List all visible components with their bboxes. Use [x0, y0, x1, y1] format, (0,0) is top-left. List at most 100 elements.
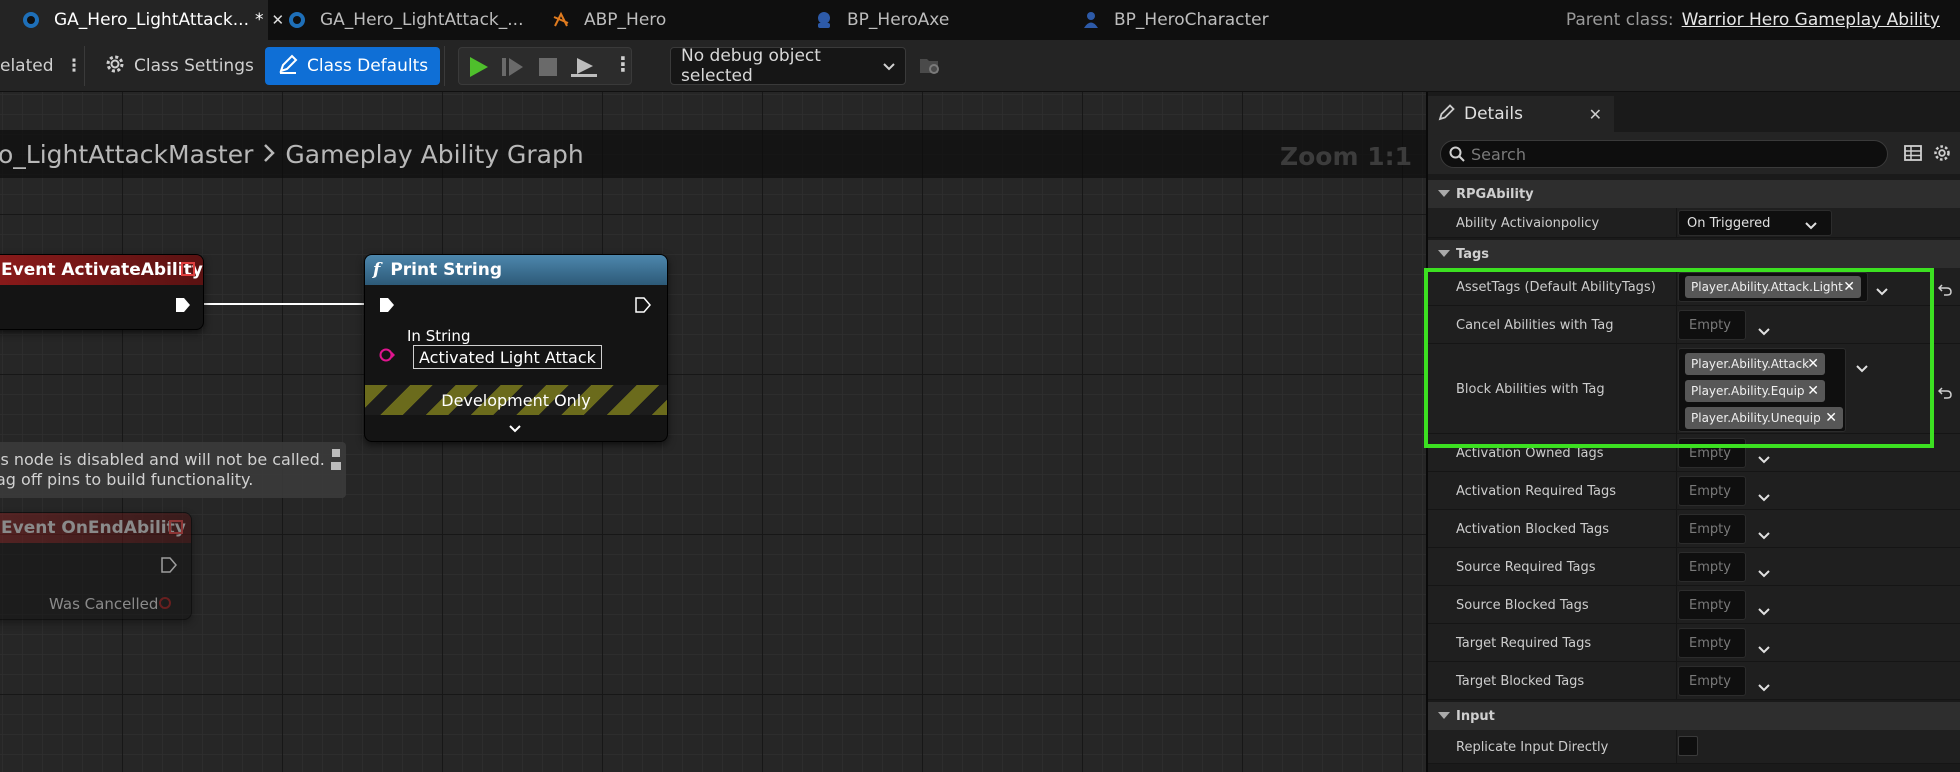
tag-field[interactable]: Empty [1678, 476, 1746, 506]
stop-icon[interactable] [539, 58, 557, 81]
chevron-down-icon [1805, 219, 1817, 234]
pin-icon[interactable] [330, 448, 342, 477]
eject-icon[interactable] [571, 57, 597, 82]
property-row-source-blocked: Source Blocked Tags Empty [1428, 586, 1960, 624]
debug-object-select[interactable]: No debug object selected [670, 46, 906, 86]
empty-value: Empty [1689, 635, 1731, 651]
dropdown-value: On Triggered [1687, 215, 1771, 231]
tab-abp-hero[interactable]: ABP_Hero [552, 0, 666, 40]
search-placeholder: Search [1471, 144, 1526, 164]
table-view-icon[interactable] [1904, 144, 1922, 166]
details-tab[interactable]: Details ✕ [1428, 96, 1614, 132]
empty-value: Empty [1689, 521, 1731, 537]
exec-out-pin[interactable] [635, 297, 651, 313]
replicate-input-checkbox[interactable] [1678, 736, 1698, 756]
row-divider [1676, 472, 1677, 509]
property-row-activation-policy: Ability Activaionpolicy On Triggered [1428, 208, 1960, 238]
row-divider [1676, 662, 1677, 699]
details-search-input[interactable]: Search [1440, 140, 1888, 168]
tag-field[interactable]: Empty [1678, 628, 1746, 658]
tab-ga-hero-lightattack[interactable]: GA_Hero_LightAttack... * ✕ [0, 0, 284, 40]
toolbar-divider [84, 46, 85, 86]
event-onendability-node[interactable]: Event OnEndAbility Was Cancelled [0, 512, 192, 620]
expand-chevron-icon[interactable] [508, 419, 522, 438]
tab-label: GA_Hero_LightAttack... [54, 10, 249, 30]
settings-gear-icon[interactable] [1932, 143, 1952, 167]
row-divider [1676, 730, 1677, 763]
property-row-source-required: Source Required Tags Empty [1428, 548, 1960, 586]
chevron-down-icon [883, 56, 895, 76]
category-tags[interactable]: Tags [1428, 240, 1960, 268]
property-label: Target Blocked Tags [1456, 674, 1585, 689]
tab-ga-hero-lightattack-2[interactable]: GA_Hero_LightAttack_... [288, 0, 523, 40]
tab-bp-heroaxe[interactable]: BP_HeroAxe [815, 0, 949, 40]
details-search-row: Search [1428, 132, 1960, 174]
property-label: Source Blocked Tags [1456, 598, 1589, 613]
activation-policy-dropdown[interactable]: On Triggered [1678, 210, 1832, 236]
close-icon[interactable]: ✕ [271, 11, 284, 29]
step-icon[interactable] [501, 57, 525, 82]
chevron-down-icon[interactable] [1758, 525, 1770, 540]
close-icon[interactable]: ✕ [1589, 105, 1602, 124]
in-string-field[interactable]: Activated Light Attack [413, 345, 602, 369]
event-activate-ability-node[interactable]: Event ActivateAbility [0, 254, 204, 330]
chevron-down-icon[interactable] [1758, 487, 1770, 502]
related-button[interactable]: elated ⋮ [0, 47, 83, 85]
play-controls: ⋮ [458, 47, 633, 85]
tag-field[interactable]: Empty [1678, 666, 1746, 696]
chevron-down-icon[interactable] [1758, 677, 1770, 692]
property-label: Activation Owned Tags [1456, 446, 1604, 461]
chevron-down-icon[interactable] [1758, 449, 1770, 464]
class-defaults-button[interactable]: Class Defaults [265, 47, 441, 85]
category-label: RPGAbility [1456, 186, 1534, 202]
tag-field[interactable]: Empty [1678, 552, 1746, 582]
reset-to-default-icon[interactable] [1937, 384, 1952, 399]
document-tab-bar: GA_Hero_LightAttack... * ✕ GA_Hero_Light… [0, 0, 1960, 40]
development-only-banner: Development Only [365, 385, 667, 415]
collapse-arrow-icon [1438, 250, 1450, 257]
tag-field[interactable]: Empty [1678, 590, 1746, 620]
category-rpgability[interactable]: RPGAbility [1428, 180, 1960, 208]
chevron-down-icon[interactable] [1758, 563, 1770, 578]
row-divider [1676, 586, 1677, 623]
play-icon[interactable] [467, 56, 491, 83]
kebab-menu-icon[interactable]: ⋮ [66, 56, 83, 76]
property-label: Activation Required Tags [1456, 484, 1616, 499]
string-pin-icon[interactable] [379, 347, 395, 363]
node-title: Event ActivateAbility [1, 260, 203, 280]
chevron-down-icon[interactable] [1758, 601, 1770, 616]
bool-pin-icon[interactable] [159, 597, 171, 609]
tab-label: BP_HeroAxe [847, 10, 950, 30]
development-only-label: Development Only [441, 390, 591, 410]
exec-in-pin[interactable] [379, 297, 395, 313]
find-debug-object-icon[interactable] [918, 47, 942, 85]
toolbar-divider [444, 46, 445, 86]
category-label: Input [1456, 708, 1495, 724]
class-settings-button[interactable]: Class Settings [104, 47, 254, 85]
parent-class: Parent class: Warrior Hero Gameplay Abil… [1566, 0, 1940, 40]
tab-label: ABP_Hero [584, 10, 667, 30]
collapse-arrow-icon [1438, 712, 1450, 719]
more-options-icon[interactable]: ⋮ [613, 52, 633, 76]
tag-field[interactable]: Empty [1678, 514, 1746, 544]
warning-line: ag off pins to build functionality. [0, 470, 254, 489]
graph-editor[interactable]: o_LightAttackMaster Gameplay Ability Gra… [0, 92, 1426, 772]
exec-out-pin[interactable] [161, 557, 177, 573]
chevron-down-icon[interactable] [1758, 639, 1770, 654]
tab-label: BP_HeroCharacter [1114, 10, 1269, 30]
property-label: Source Required Tags [1456, 560, 1596, 575]
tab-bp-herocharacter[interactable]: BP_HeroCharacter [1082, 0, 1269, 40]
debug-select-value: No debug object selected [681, 46, 821, 86]
node-header: f Print String [365, 255, 667, 285]
parent-class-link[interactable]: Warrior Hero Gameplay Ability [1682, 10, 1940, 30]
blueprint-icon [22, 11, 40, 29]
print-string-node[interactable]: f Print String In String Activated Light… [364, 254, 668, 442]
category-input[interactable]: Input [1428, 702, 1960, 730]
row-divider [1676, 548, 1677, 585]
node-title: Event OnEndAbility [1, 518, 186, 538]
annotation-highlight-box [1424, 268, 1934, 448]
reset-to-default-icon[interactable] [1937, 281, 1952, 296]
empty-value: Empty [1689, 559, 1731, 575]
exec-out-pin[interactable] [175, 297, 191, 313]
details-title: Details [1464, 104, 1523, 124]
